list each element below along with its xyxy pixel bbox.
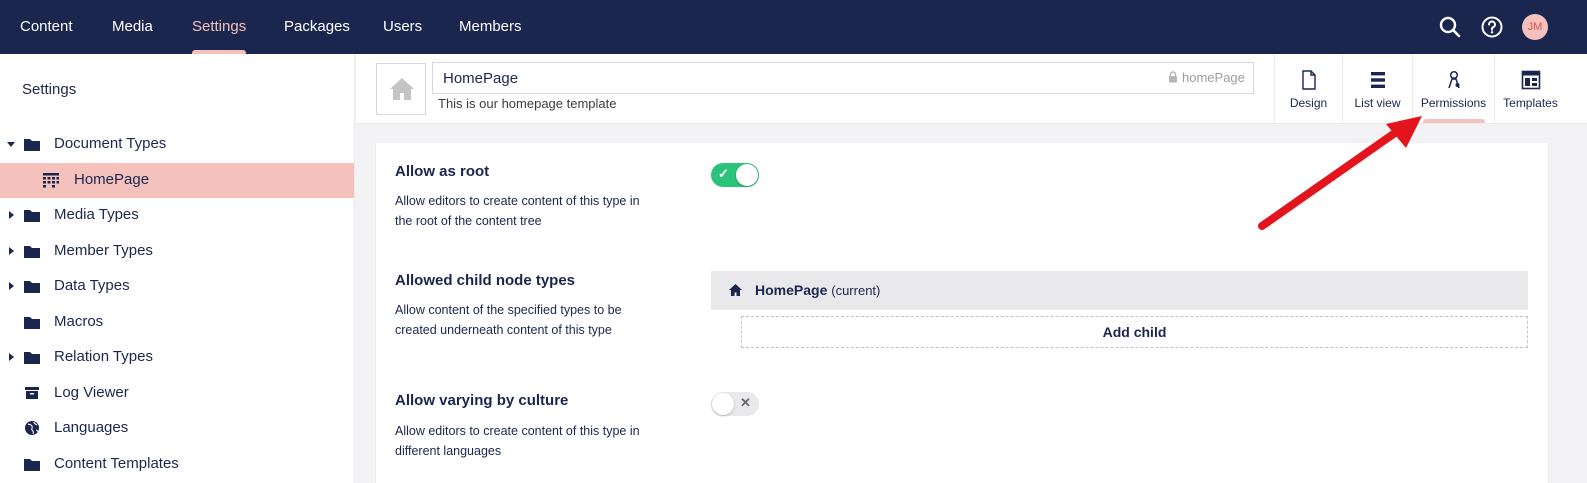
folder-icon	[23, 314, 41, 330]
home-icon	[728, 283, 743, 302]
tree-item-languages[interactable]: Languages	[0, 411, 354, 446]
allowed-child-suffix: (current)	[831, 283, 881, 298]
tree-item-label: Media Types	[54, 206, 139, 223]
globe-icon	[23, 420, 41, 436]
caret-right-icon[interactable]	[9, 247, 14, 255]
list-icon	[1368, 70, 1388, 90]
alias-field[interactable]: homePage	[1168, 70, 1245, 86]
vary-culture-label: Allow varying by culture	[395, 392, 569, 409]
allow-root-label: Allow as root	[395, 163, 490, 180]
caret-right-icon[interactable]	[9, 211, 14, 219]
allow-root-toggle[interactable]: ✓	[711, 163, 759, 187]
vary-culture-toggle[interactable]: ✕	[711, 392, 759, 416]
tree-item-relation-types[interactable]: Relation Types	[0, 340, 354, 375]
help-icon[interactable]	[1480, 15, 1504, 39]
folder-icon	[23, 243, 41, 259]
close-icon: ✕	[740, 395, 751, 410]
nav-media[interactable]: Media	[112, 0, 153, 54]
permissions-panel: Allow as root Allow editors to create co…	[376, 143, 1548, 483]
top-navigation-bar: Content Media Settings Packages Users Me…	[0, 0, 1587, 54]
nav-content[interactable]: Content	[20, 0, 73, 54]
tree-item-label: Relation Types	[54, 348, 153, 365]
app-active-indicator	[1423, 119, 1485, 123]
allowed-child-item: HomePage (current)	[711, 271, 1528, 310]
app-design[interactable]: Design	[1274, 54, 1342, 124]
tree-item-label: Content Templates	[54, 455, 179, 472]
allowed-child-name: HomePage (current)	[755, 282, 881, 298]
nav-members[interactable]: Members	[459, 0, 522, 54]
icon-picker-button[interactable]	[376, 63, 426, 115]
tree-item-label: Log Viewer	[54, 384, 129, 401]
tree-item-document-types[interactable]: Document Types	[0, 127, 354, 162]
allow-root-description: Allow editors to create content of this …	[395, 194, 640, 228]
tree-item-label: Macros	[54, 313, 104, 330]
tree-item-label: Member Types	[54, 242, 153, 259]
tree-item-homepage[interactable]: HomePage	[0, 163, 354, 198]
nav-users[interactable]: Users	[383, 0, 422, 54]
home-icon	[389, 77, 415, 106]
folder-icon	[23, 278, 41, 294]
tree-item-media-types[interactable]: Media Types	[0, 198, 354, 233]
toggle-knob	[736, 164, 758, 186]
tree-item-content-templates[interactable]: Content Templates	[0, 447, 354, 482]
nav-settings[interactable]: Settings	[192, 0, 246, 54]
nav-packages[interactable]: Packages	[284, 0, 350, 54]
app-list-view[interactable]: List view	[1342, 54, 1412, 124]
vary-culture-description: Allow editors to create content of this …	[395, 424, 640, 458]
add-child-button[interactable]: Add child	[741, 316, 1528, 348]
tree-item-macros[interactable]: Macros	[0, 305, 354, 340]
document-type-name-input[interactable]	[432, 62, 1254, 94]
editor-header: homePage This is our homepage template D…	[356, 54, 1587, 124]
sidebar-title: Settings	[22, 81, 77, 98]
search-icon[interactable]	[1438, 15, 1462, 39]
caret-right-icon[interactable]	[9, 282, 14, 290]
app-templates[interactable]: Templates	[1494, 54, 1566, 124]
toggle-knob	[712, 393, 734, 415]
check-icon: ✓	[718, 166, 729, 181]
app-label: List view	[1354, 96, 1401, 110]
caret-right-icon[interactable]	[9, 353, 14, 361]
alias-text: homePage	[1182, 70, 1245, 85]
tree-item-label: Document Types	[54, 135, 167, 152]
app-label: Design	[1289, 96, 1328, 110]
folder-icon	[23, 207, 41, 223]
folder-icon	[23, 349, 41, 365]
tree-item-member-types[interactable]: Member Types	[0, 234, 354, 269]
tree-item-label: HomePage	[74, 171, 150, 188]
allowed-children-label: Allowed child node types	[395, 272, 576, 289]
lock-icon[interactable]	[1168, 71, 1178, 86]
folder-icon	[23, 456, 41, 472]
folder-icon	[23, 136, 41, 152]
user-avatar[interactable]: JM	[1522, 14, 1548, 40]
allowed-children-description: Allow content of the specified types to …	[395, 303, 622, 337]
tree-item-label: Languages	[54, 419, 129, 436]
app-permissions[interactable]: Permissions	[1412, 54, 1494, 124]
template-layout-icon	[1521, 70, 1541, 90]
description-field[interactable]: This is our homepage template	[438, 96, 616, 111]
caret-down-icon[interactable]	[7, 142, 15, 147]
tree-item-log-viewer[interactable]: Log Viewer	[0, 376, 354, 411]
sidebar: Settings Document Types HomePage Media T…	[0, 54, 355, 483]
tree-item-data-types[interactable]: Data Types	[0, 269, 354, 304]
app-label: Templates	[1503, 96, 1558, 110]
document-icon	[1299, 70, 1319, 90]
doc-type-grid-icon	[42, 172, 60, 188]
tree-item-label: Data Types	[54, 277, 130, 294]
archive-box-icon	[23, 385, 41, 401]
permissions-icon	[1444, 70, 1464, 90]
app-label: Permissions	[1420, 96, 1487, 110]
